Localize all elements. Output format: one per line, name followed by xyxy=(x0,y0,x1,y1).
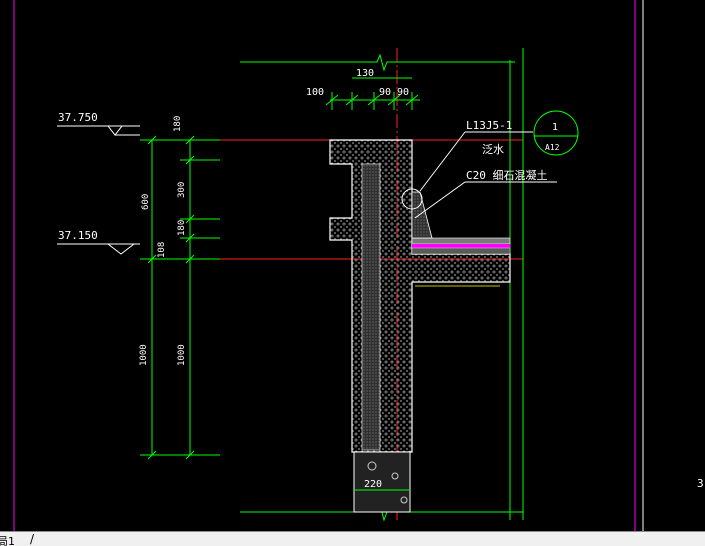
waterproof-membrane xyxy=(412,244,510,248)
top-break-line xyxy=(240,53,515,72)
dim-180-b: 180 xyxy=(177,220,187,236)
parapet-concrete-section xyxy=(329,139,511,453)
dim-90-b: 90 xyxy=(397,87,409,98)
dim-600: 600 xyxy=(141,194,151,210)
protective-layer xyxy=(411,237,511,245)
dim-180: 180 xyxy=(173,116,183,132)
section-detail-drawing[interactable]: 130 100 90 90 37.750 37.150 180 600 300 … xyxy=(0,0,705,546)
right-edge-text: 3 xyxy=(697,477,704,490)
cad-drawing-viewport[interactable]: 130 100 90 90 37.750 37.150 180 600 300 … xyxy=(0,0,705,546)
insulation-layer xyxy=(361,163,381,451)
elev-mid-triangle xyxy=(106,243,136,255)
layout-tab-bar: 局1 / xyxy=(0,531,705,546)
callout-flashing: 泛水 xyxy=(482,143,504,156)
dim-100: 100 xyxy=(306,87,324,98)
callout-leader xyxy=(419,131,466,192)
bubble-number: 1 xyxy=(552,122,558,133)
dim-108: 108 xyxy=(157,242,167,258)
callout-ref: L13J5-1 xyxy=(466,119,512,132)
callout-material: C20 细石混凝土 xyxy=(466,168,548,182)
layout-tab[interactable]: 局1 xyxy=(0,533,15,546)
wall-width-220: 220 xyxy=(364,479,382,490)
elevation-top: 37.750 xyxy=(58,111,98,124)
screed-layer xyxy=(411,247,511,255)
elevation-mid: 37.150 xyxy=(58,229,98,242)
dim-1000-a: 1000 xyxy=(139,344,149,366)
dim-130: 130 xyxy=(356,68,374,79)
tab-separator: / xyxy=(30,532,35,546)
bubble-sheet: A12 xyxy=(545,143,560,152)
dim-90-a: 90 xyxy=(379,87,391,98)
dim-300: 300 xyxy=(177,182,187,198)
elev-top-triangle xyxy=(106,125,124,136)
dim-1000-b: 1000 xyxy=(177,344,187,366)
